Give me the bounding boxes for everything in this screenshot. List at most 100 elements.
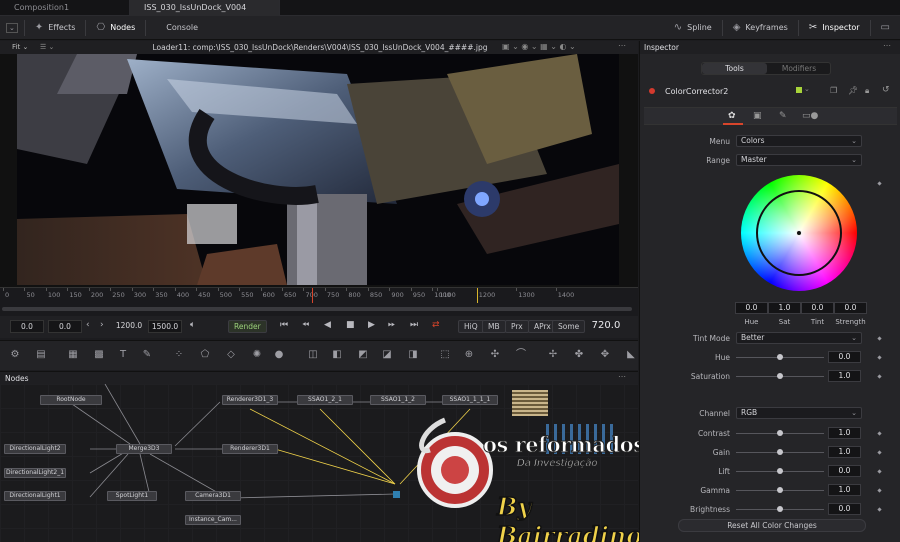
chevron-left-icon[interactable]: ‹ xyxy=(86,320,90,330)
tab-composition1[interactable]: Composition1 xyxy=(0,0,130,16)
node-spotlight1[interactable]: SpotLight1 xyxy=(107,491,157,501)
settings-icon[interactable]: ⚙ xyxy=(8,349,22,361)
scrub-bar[interactable] xyxy=(0,303,638,316)
crop-icon[interactable]: ⊕ xyxy=(462,349,476,361)
node-instance-cam[interactable]: Instance_Cam... xyxy=(185,515,241,525)
playhead[interactable] xyxy=(312,288,314,304)
loader-icon[interactable]: ▤ xyxy=(34,349,48,361)
brightness-field[interactable]: 0.0 xyxy=(828,503,861,515)
background-icon[interactable]: ▦ xyxy=(66,349,80,361)
levels-icon[interactable]: ▣ xyxy=(753,111,762,121)
node-directionallight2[interactable]: DirectionalLight2 xyxy=(4,444,66,454)
go-to-end-icon[interactable]: ⏭︎ xyxy=(410,320,418,330)
sat-wheel-field[interactable]: 1.0 xyxy=(768,302,801,314)
loop-icon[interactable]: ⇄ xyxy=(432,320,440,330)
node-renderer3d1-3[interactable]: Renderer3D1_3 xyxy=(222,395,278,405)
node-camera3d1[interactable]: Camera3D1 xyxy=(185,491,241,501)
tracker-icon[interactable]: ✣ xyxy=(488,349,502,361)
overflow-icon[interactable]: ◣ xyxy=(624,349,638,361)
audio-icon[interactable]: 🔈︎ xyxy=(190,320,195,330)
keyframe-dot[interactable] xyxy=(877,355,882,360)
step-forward-icon[interactable]: ⏩︎ xyxy=(388,320,395,330)
monitor-button[interactable]: ▭ xyxy=(871,16,900,40)
keyframe-dot[interactable] xyxy=(877,469,882,474)
text-icon[interactable]: T xyxy=(116,349,130,361)
gamma-slider-knob[interactable] xyxy=(777,487,783,493)
hiq-button[interactable]: HiQ xyxy=(458,320,484,333)
light-icon[interactable]: ✺ xyxy=(250,349,264,361)
lift-field[interactable]: 0.0 xyxy=(828,465,861,477)
current-frame-field[interactable]: 720.0 xyxy=(584,320,628,333)
brush-icon[interactable]: ✎ xyxy=(140,349,154,361)
channel-icon[interactable]: ◫ xyxy=(306,349,320,361)
tint-mode-dropdown[interactable]: Better ⌄ xyxy=(736,332,862,344)
tab-tools[interactable]: Tools xyxy=(702,63,767,74)
menu-dropdown[interactable]: Colors ⌄ xyxy=(736,135,862,147)
go-to-start-icon[interactable]: ⏮︎ xyxy=(280,320,288,330)
tool-color-swatch[interactable] xyxy=(649,88,655,94)
node-ssao1-1-1-1[interactable]: SSAO1_1_1_1 xyxy=(442,395,498,405)
node-renderer3d1[interactable]: Renderer3D1 xyxy=(222,444,278,454)
inspector-button[interactable]: ✂ Inspector xyxy=(799,16,870,40)
color-wheel-handle[interactable] xyxy=(796,230,802,236)
global-start-field[interactable]: 0.0 xyxy=(10,320,44,333)
range-dropdown[interactable]: Master ⌄ xyxy=(736,154,862,166)
reset-icon[interactable]: ↺ xyxy=(882,85,890,95)
chevron-down-icon[interactable]: ⌄ xyxy=(804,85,810,93)
color-wheel-icon[interactable]: ✿ xyxy=(728,111,736,121)
color-icon[interactable]: ◧ xyxy=(330,349,344,361)
more-icon[interactable]: ⋯ xyxy=(883,41,891,50)
lock-icon[interactable]: 🔒︎ xyxy=(865,86,869,96)
options-icon[interactable]: ▭● xyxy=(802,111,818,121)
eyedropper-icon[interactable]: ✎ xyxy=(779,111,787,121)
polygon-icon[interactable]: ⬠ xyxy=(198,349,212,361)
color-wheel[interactable] xyxy=(741,175,857,291)
node-ssao1-1-2[interactable]: SSAO1_1_2 xyxy=(370,395,426,405)
blur-icon[interactable]: ◨ xyxy=(406,349,420,361)
renderer3d-icon[interactable]: ✥ xyxy=(598,349,612,361)
keyframe-dot[interactable] xyxy=(877,488,882,493)
fit-dropdown[interactable]: Fit ⌄ xyxy=(12,43,28,51)
proxy-button[interactable]: Prx xyxy=(505,320,529,333)
global-end-field[interactable]: 1500.0 xyxy=(148,320,182,333)
gamma-field[interactable]: 1.0 xyxy=(828,484,861,496)
merge-icon[interactable]: ◩ xyxy=(356,349,370,361)
viewer-options-icon[interactable]: ☰ ⌄ xyxy=(40,43,54,51)
render-start-field[interactable]: 0.0 xyxy=(48,320,82,333)
time-ruler[interactable]: 0 50 100 150 200 250 300 350 400 450 500 550 600 650 7… xyxy=(0,287,638,304)
copy-icon[interactable]: ❐ xyxy=(830,86,837,95)
gain-field[interactable]: 1.0 xyxy=(828,446,861,458)
keyframe-dot[interactable] xyxy=(877,374,882,379)
hue-wheel-field[interactable]: 0.0 xyxy=(735,302,768,314)
selective-update-button[interactable]: Some xyxy=(552,320,586,333)
hue-field[interactable]: 0.0 xyxy=(828,351,861,363)
step-back-icon[interactable]: ⏪︎ xyxy=(302,320,309,330)
keyframe-dot[interactable] xyxy=(877,431,882,436)
viewer-area[interactable] xyxy=(0,54,638,287)
chevron-right-icon[interactable]: › xyxy=(100,320,104,330)
node-directionallight2-1[interactable]: DirectionalLight2_1 xyxy=(4,468,66,478)
motion-blur-button[interactable]: MB xyxy=(482,320,506,333)
lift-slider-knob[interactable] xyxy=(777,468,783,474)
effects-button[interactable]: ✦ Effects xyxy=(25,16,86,40)
hue-slider-knob[interactable] xyxy=(777,354,783,360)
more-icon[interactable]: ⋯ xyxy=(618,41,626,50)
panel-toggle-button[interactable]: ⌄ xyxy=(0,16,24,40)
keyframe-dot[interactable] xyxy=(877,450,882,455)
more-icon[interactable]: ⋯ xyxy=(618,372,626,381)
contrast-slider-knob[interactable] xyxy=(777,430,783,436)
viewer-tools-icons[interactable]: ▣ ⌄ ◉ ⌄ ▦ ⌄ ◐ ⌄ xyxy=(502,42,576,51)
drop-icon[interactable]: ● xyxy=(272,349,286,361)
paint-icon[interactable]: ▩ xyxy=(92,349,106,361)
keyframes-button[interactable]: ◈ Keyframes xyxy=(723,16,798,40)
transform-icon[interactable]: ⬚ xyxy=(438,349,452,361)
pin-icon[interactable]: 📌︎ xyxy=(848,86,858,95)
node-ssao1-2-1[interactable]: SSAO1_2_1 xyxy=(297,395,353,405)
shape3d-icon[interactable]: ✢ xyxy=(546,349,560,361)
brightness-slider-knob[interactable] xyxy=(777,506,783,512)
tint-wheel-field[interactable]: 0.0 xyxy=(801,302,834,314)
nodes-button[interactable]: ⎔ Nodes xyxy=(86,16,145,40)
node-directionallight1[interactable]: DirectionalLight1 xyxy=(4,491,66,501)
channel-dropdown[interactable]: RGB ⌄ xyxy=(736,407,862,419)
mask-icon[interactable]: ◪ xyxy=(380,349,394,361)
